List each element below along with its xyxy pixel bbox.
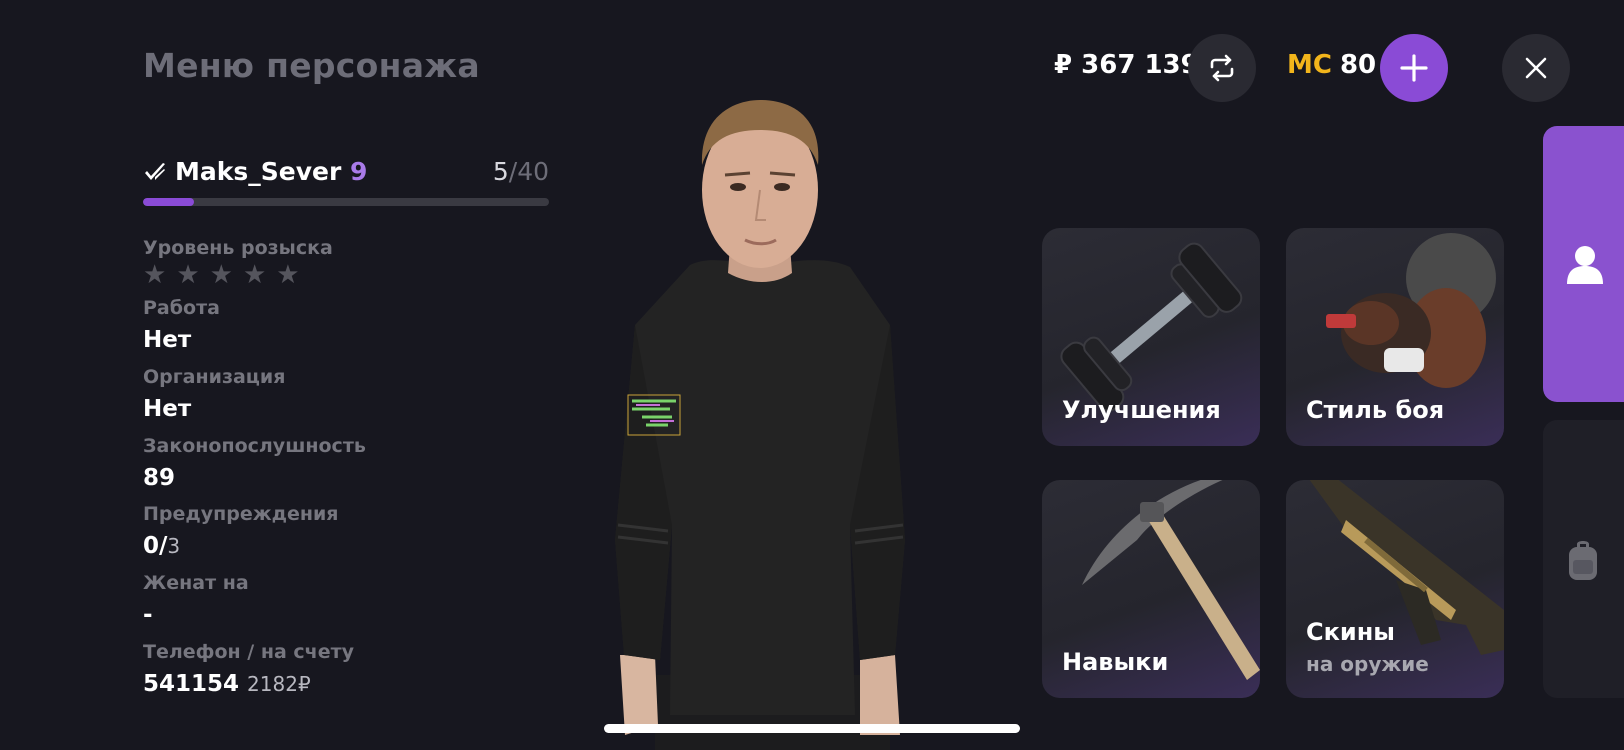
warnings-label: Предупреждения	[143, 503, 339, 525]
star-icon: ★	[176, 260, 200, 290]
player-name-block: Maks_Sever 9	[175, 157, 367, 186]
player-name: Maks_Sever	[175, 157, 342, 186]
law-value: 89	[143, 465, 176, 491]
married-value: -	[143, 602, 153, 628]
star-icon: ★	[143, 260, 167, 290]
law-label: Законопослушность	[143, 435, 366, 457]
star-icon: ★	[276, 260, 300, 290]
player-level: 9	[350, 157, 368, 186]
job-label: Работа	[143, 297, 220, 319]
wanted-stars: ★ ★ ★ ★ ★	[143, 262, 300, 288]
married-label: Женат на	[143, 572, 249, 594]
tile-fight-style-label: Стиль боя	[1306, 396, 1445, 424]
mc-label: MC	[1287, 50, 1332, 80]
tile-skills[interactable]: Навыки	[1042, 480, 1260, 698]
tile-skins-label: Скины	[1306, 618, 1396, 646]
tab-character[interactable]	[1543, 126, 1624, 402]
warnings-value: 0/3	[143, 533, 180, 559]
phone-balance: 2182₽	[247, 672, 311, 696]
page-title: Меню персонажа	[143, 46, 481, 85]
verified-check-icon	[145, 163, 165, 180]
character-model[interactable]	[560, 95, 960, 750]
tile-fight-style[interactable]: Стиль боя	[1286, 228, 1504, 446]
exp-current: 5	[492, 157, 509, 186]
wanted-label: Уровень розыска	[143, 237, 333, 259]
exchange-icon	[1210, 54, 1234, 82]
phone-value: 541154 2182₽	[143, 671, 311, 697]
character-menu-screen: Меню персонажа ₽ 367 139 MC 80 Maks_Seve…	[0, 0, 1624, 750]
close-button[interactable]	[1502, 34, 1570, 102]
close-icon	[1525, 57, 1547, 79]
tile-skills-label: Навыки	[1062, 648, 1169, 676]
tile-upgrades[interactable]: Улучшения	[1042, 228, 1260, 446]
phone-number: 541154	[143, 671, 240, 697]
backpack-icon	[1569, 541, 1597, 580]
exp-counter: 5/40	[493, 157, 549, 186]
money-balance: ₽ 367 139	[1054, 50, 1199, 80]
warnings-max: 3	[167, 534, 181, 558]
tile-weapon-skins[interactable]: Скины на оружие	[1286, 480, 1504, 698]
mc-value: 80	[1339, 50, 1377, 80]
tile-upgrades-label: Улучшения	[1062, 396, 1221, 424]
tab-inventory[interactable]	[1543, 420, 1624, 698]
warnings-count: 0/	[143, 533, 168, 559]
exp-progress-fill	[143, 198, 194, 206]
mc-balance: MC 80	[1287, 50, 1376, 80]
star-icon: ★	[209, 260, 233, 290]
person-icon	[1567, 246, 1603, 284]
exp-max: /40	[508, 157, 549, 186]
org-label: Организация	[143, 366, 286, 388]
tile-skins-sublabel: на оружие	[1306, 652, 1429, 676]
org-value: Нет	[143, 396, 192, 422]
player-header: Maks_Sever 9 5/40	[143, 157, 549, 191]
add-funds-button[interactable]	[1380, 34, 1448, 102]
plus-icon	[1400, 54, 1428, 82]
phone-label: Телефон / на счету	[143, 641, 355, 663]
exp-progress-bar	[143, 198, 549, 206]
star-icon: ★	[242, 260, 267, 290]
home-indicator	[604, 724, 1020, 733]
exchange-button[interactable]	[1188, 34, 1256, 102]
job-value: Нет	[143, 327, 192, 353]
